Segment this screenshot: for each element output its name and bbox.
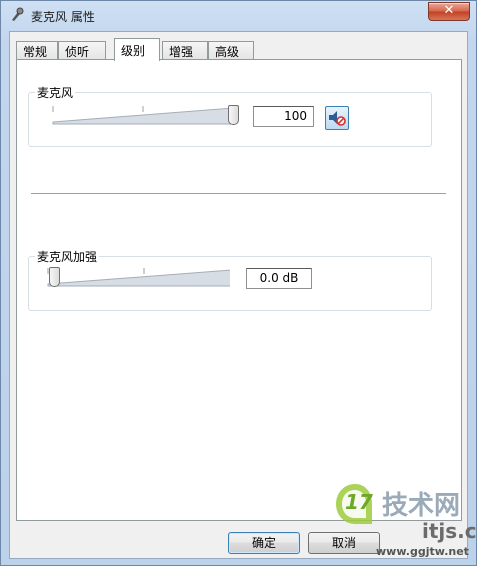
levels-panel: 麦克风 100 麦克风加强 0.0 dB [16, 59, 462, 521]
watermark-logo-number: 17 [345, 490, 373, 514]
microphone-slider-thumb[interactable] [228, 105, 239, 125]
properties-window: 麦克风 属性 ✕ 常规 侦听 级别 增强 高级 麦克风 100 麦克风加强 0.… [0, 0, 477, 566]
microphone-icon [12, 7, 24, 21]
boost-group-label: 麦克风加强 [35, 248, 100, 265]
title-bar[interactable]: 麦克风 属性 ✕ [1, 1, 476, 29]
window-title: 麦克风 属性 [31, 10, 95, 24]
site-watermark: 17 技术网 itjs.cn www.ggjtw.net [332, 481, 477, 563]
boost-level-input[interactable]: 0.0 dB [246, 268, 312, 289]
tab-levels[interactable]: 级别 [114, 38, 160, 61]
boost-slider-thumb[interactable] [49, 267, 60, 287]
boost-slider-track[interactable] [44, 266, 230, 288]
tab-enhancements[interactable]: 增强 [162, 41, 208, 60]
watermark-domain: itjs.cn [422, 519, 477, 543]
ok-button[interactable]: 确定 [228, 532, 300, 554]
tab-listen[interactable]: 侦听 [58, 41, 106, 60]
microphone-group-label: 麦克风 [35, 84, 76, 101]
tab-advanced[interactable]: 高级 [208, 41, 254, 60]
section-divider [31, 193, 446, 195]
speaker-muted-icon [329, 111, 346, 126]
tab-general[interactable]: 常规 [16, 41, 58, 60]
watermark-url: www.ggjtw.net [376, 545, 469, 558]
close-button[interactable]: ✕ [428, 2, 470, 21]
microphone-mute-button[interactable] [325, 106, 349, 130]
microphone-slider-track[interactable] [51, 104, 237, 126]
watermark-brand: 技术网 [382, 491, 461, 521]
close-icon: ✕ [443, 3, 455, 18]
dialog-client-area: 常规 侦听 级别 增强 高级 麦克风 100 麦克风加强 0.0 dB 确定 取… [9, 31, 468, 559]
microphone-level-input[interactable]: 100 [253, 106, 314, 127]
